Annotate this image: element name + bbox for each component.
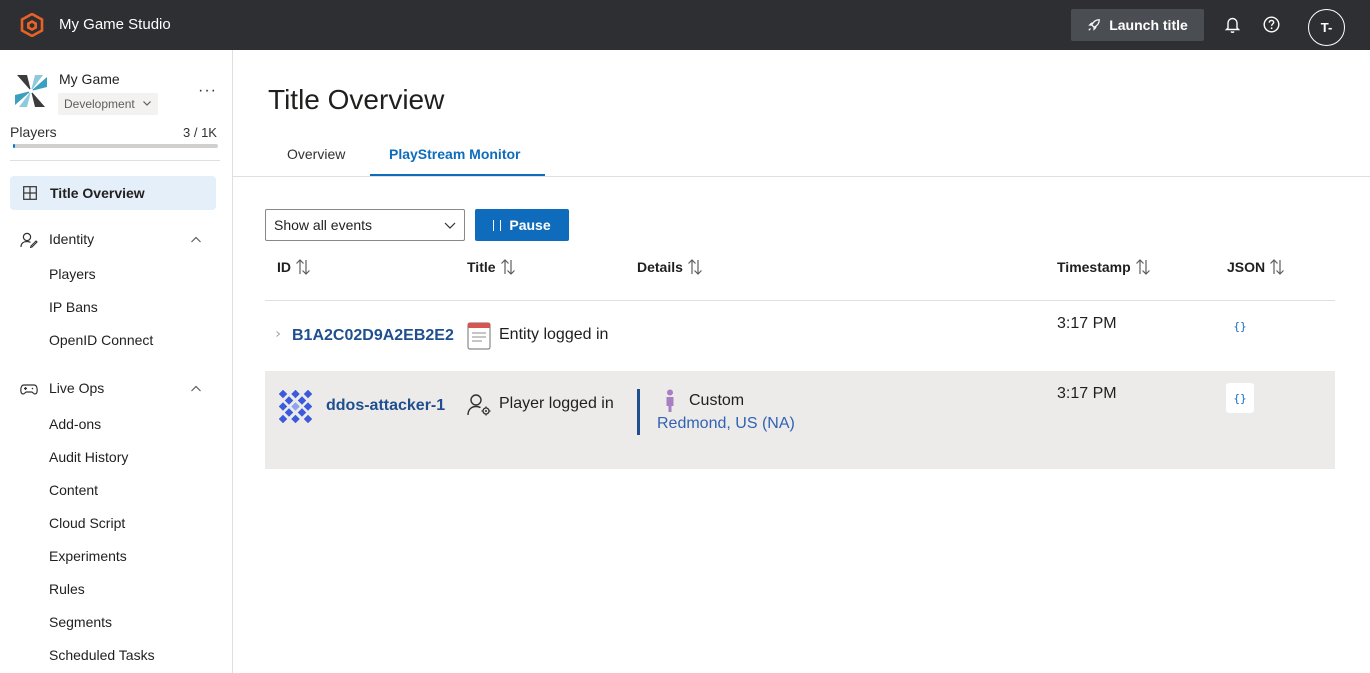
sidebar-item-segments[interactable]: Segments (49, 614, 112, 630)
sidebar-item-experiments[interactable]: Experiments (49, 548, 127, 564)
sidebar-item-ip-bans[interactable]: IP Bans (49, 299, 98, 315)
player-avatar-icon (279, 390, 312, 423)
sidebar-item-label: Title Overview (50, 185, 145, 201)
launch-title-label: Launch title (1109, 17, 1188, 33)
sidebar-item-content[interactable]: Content (49, 482, 98, 498)
playfab-logo-icon[interactable] (20, 13, 44, 37)
sort-icon (1270, 259, 1285, 275)
sort-icon (1135, 259, 1150, 275)
identity-icon (20, 232, 38, 248)
sidebar-divider (10, 160, 220, 161)
environment-select[interactable]: Development (58, 93, 158, 115)
table-row[interactable]: B1A2C02D9A2EB2E2 Entity logged in 3:17 P… (265, 301, 1335, 371)
sort-icon (500, 259, 515, 275)
event-filter-value: Show all events (274, 217, 373, 233)
pause-icon (493, 219, 502, 231)
launch-title-button[interactable]: Launch title (1071, 9, 1204, 41)
player-settings-icon (467, 394, 491, 416)
players-progress-fill (13, 144, 16, 148)
column-header-timestamp[interactable]: Timestamp (1057, 258, 1151, 276)
bell-icon[interactable] (1224, 16, 1241, 34)
sidebar-group-label: Live Ops (49, 380, 105, 396)
event-timestamp: 3:17 PM (1057, 385, 1117, 402)
chevron-up-icon[interactable] (190, 384, 202, 394)
column-header-id[interactable]: ID (277, 258, 311, 276)
sidebar-item-scheduled-tasks[interactable]: Scheduled Tasks (49, 647, 155, 663)
top-bar: My Game Studio Launch title T- (0, 0, 1370, 50)
sidebar-group-live-ops[interactable]: Live Ops (10, 377, 216, 401)
chevron-right-icon[interactable] (275, 330, 281, 338)
column-header-title[interactable]: Title (467, 258, 516, 276)
event-timestamp: 3:17 PM (1057, 315, 1117, 332)
tab-bar: Overview PlayStream Monitor (233, 130, 1370, 177)
chevron-down-icon (444, 222, 456, 229)
tab-playstream-monitor[interactable]: PlayStream Monitor (389, 146, 520, 162)
json-view-button[interactable]: {} (1226, 383, 1254, 413)
detail-accent-bar (637, 389, 640, 435)
gamepad-icon (20, 384, 38, 395)
detail-login-type: Custom (689, 392, 745, 409)
pause-button[interactable]: Pause (475, 209, 569, 241)
detail-location-link[interactable]: Redmond, US (NA) (657, 415, 795, 433)
player-figure-icon (666, 389, 674, 412)
column-header-json[interactable]: JSON (1227, 258, 1285, 276)
help-icon[interactable] (1263, 16, 1280, 33)
event-id-link[interactable]: B1A2C02D9A2EB2E2 (292, 327, 454, 345)
active-tab-indicator (370, 174, 545, 176)
column-header-details[interactable]: Details (637, 258, 703, 276)
sidebar-item-openid-connect[interactable]: OpenID Connect (49, 332, 153, 348)
event-title: Entity logged in (499, 326, 609, 343)
chevron-up-icon[interactable] (190, 235, 202, 245)
column-header-label: Timestamp (1057, 259, 1131, 275)
sidebar-group-label: Identity (49, 231, 95, 247)
column-header-label: Details (637, 259, 683, 275)
grid-icon (23, 186, 37, 200)
sidebar-item-rules[interactable]: Rules (49, 581, 85, 597)
players-count: 3 / 1K (183, 125, 217, 140)
sidebar-item-cloud-script[interactable]: Cloud Script (49, 515, 125, 531)
sidebar-item-audit-history[interactable]: Audit History (49, 449, 128, 465)
column-header-label: JSON (1227, 259, 1266, 275)
pause-label: Pause (509, 217, 551, 233)
sort-icon (687, 259, 702, 275)
sidebar-item-add-ons[interactable]: Add-ons (49, 416, 101, 432)
players-progress-bar (13, 144, 218, 148)
environment-value: Development (64, 97, 135, 111)
table-row[interactable]: ddos-attacker-1 Player logged in Custom … (265, 371, 1335, 469)
more-options-button[interactable]: ··· (198, 82, 217, 100)
studio-name[interactable]: My Game Studio (59, 16, 171, 33)
game-name: My Game (59, 71, 120, 87)
game-thumbnail-icon[interactable] (13, 73, 49, 109)
tab-overview[interactable]: Overview (287, 146, 345, 162)
sidebar-item-title-overview[interactable]: Title Overview (10, 176, 216, 210)
sort-icon (296, 259, 310, 275)
rocket-icon (1088, 19, 1101, 31)
user-avatar[interactable]: T- (1308, 9, 1345, 46)
column-header-label: Title (467, 259, 496, 275)
sidebar: My Game Development ··· Players 3 / 1K T… (0, 50, 233, 673)
sidebar-item-players[interactable]: Players (49, 266, 96, 282)
event-filter-select[interactable]: Show all events (265, 209, 465, 241)
column-header-label: ID (277, 259, 291, 275)
players-label: Players (10, 124, 57, 140)
json-view-button[interactable]: {} (1226, 311, 1254, 341)
entity-document-icon (467, 322, 491, 350)
sidebar-group-identity[interactable]: Identity (10, 228, 216, 252)
event-id-link[interactable]: ddos-attacker-1 (326, 397, 445, 415)
chevron-down-icon (143, 101, 151, 106)
page-title: Title Overview (268, 84, 445, 115)
event-title: Player logged in (499, 395, 614, 412)
